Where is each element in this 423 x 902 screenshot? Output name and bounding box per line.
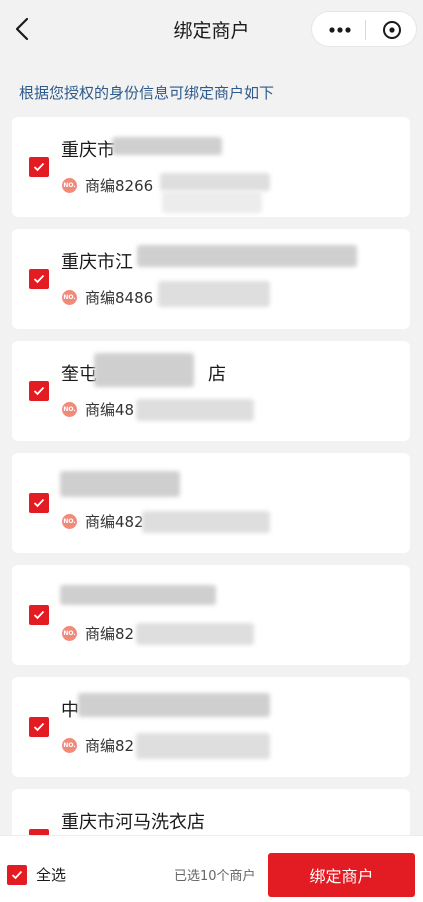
redacted-region — [162, 191, 262, 213]
merchant-code: 商编8486 — [85, 289, 154, 307]
select-all-label[interactable]: 全选 — [36, 864, 66, 885]
merchant-checkbox[interactable] — [29, 493, 49, 513]
merchant-code: 商编482 — [85, 513, 144, 531]
merchant-code: 商编48 — [85, 401, 135, 419]
merchant-name: 重庆市河马洗衣店 — [61, 812, 205, 833]
merchant-checkbox[interactable] — [29, 717, 49, 737]
merchant-card[interactable]: 重庆市 NO. 商编8266 — [12, 117, 410, 217]
merchant-name: 中 — [61, 700, 79, 721]
redacted-region — [137, 245, 357, 267]
redacted-region — [78, 693, 270, 717]
checkmark-icon — [33, 274, 45, 284]
merchant-name: 重庆市 — [61, 140, 115, 161]
merchant-name: 奎屯 — [61, 364, 97, 385]
merchant-card[interactable]: 中 NO. 商编82 — [12, 677, 410, 777]
merchant-checkbox[interactable] — [29, 269, 49, 289]
redacted-region — [136, 733, 270, 759]
back-button[interactable] — [8, 14, 36, 44]
redacted-region — [136, 399, 254, 421]
checkmark-icon — [33, 386, 45, 396]
merchant-checkbox[interactable] — [29, 381, 49, 401]
merchant-card[interactable]: NO. 商编82 — [12, 565, 410, 665]
merchant-list[interactable]: 重庆市 NO. 商编8266 重庆市江 NO. 商编8486 奎屯 店 NO. … — [12, 117, 410, 835]
merchant-name-tail: 店 — [208, 364, 226, 385]
no-badge-icon: NO. — [62, 514, 77, 529]
no-badge-icon: NO. — [62, 626, 77, 641]
redacted-region — [94, 353, 194, 387]
redacted-region — [136, 623, 254, 645]
nav-bar: 绑定商户 — [0, 0, 423, 57]
merchant-name: 重庆市江 — [61, 252, 133, 273]
redacted-region — [158, 281, 270, 307]
no-badge-icon: NO. — [62, 738, 77, 753]
merchant-checkbox[interactable] — [29, 605, 49, 625]
merchant-card[interactable]: NO. 商编482 — [12, 453, 410, 553]
circle-close-icon — [383, 21, 401, 39]
chevron-left-icon — [15, 17, 29, 41]
more-button[interactable] — [318, 16, 362, 44]
redacted-region — [60, 471, 180, 497]
merchant-code: 商编82 — [85, 737, 135, 755]
checkmark-icon — [11, 870, 23, 880]
redacted-region — [142, 511, 270, 533]
checkmark-icon — [33, 722, 45, 732]
close-button[interactable] — [370, 16, 414, 44]
checkmark-icon — [33, 610, 45, 620]
merchant-code: 商编82 — [85, 625, 135, 643]
redacted-region — [112, 137, 222, 155]
checkmark-icon — [33, 498, 45, 508]
redacted-region — [160, 173, 270, 191]
merchant-code: 商编8266 — [85, 177, 154, 195]
bottom-action-bar: 全选 已选10个商户 绑定商户 — [0, 835, 423, 902]
merchant-card[interactable]: 重庆市河马洗衣店 — [12, 789, 410, 835]
merchant-card[interactable]: 重庆市江 NO. 商编8486 — [12, 229, 410, 329]
bind-merchant-button[interactable]: 绑定商户 — [268, 853, 415, 897]
redacted-region — [60, 585, 216, 605]
merchant-card[interactable]: 奎屯 店 NO. 商编48 — [12, 341, 410, 441]
merchant-checkbox[interactable] — [29, 157, 49, 177]
select-all-checkbox[interactable] — [7, 865, 27, 885]
selected-count: 已选10个商户 — [174, 869, 256, 884]
authorization-hint: 根据您授权的身份信息可绑定商户如下 — [19, 84, 275, 102]
capsule-divider — [365, 20, 366, 40]
no-badge-icon: NO. — [62, 290, 77, 305]
checkmark-icon — [33, 162, 45, 172]
more-dots-icon — [329, 27, 351, 33]
no-badge-icon: NO. — [62, 178, 77, 193]
mini-program-capsule — [311, 11, 417, 47]
no-badge-icon: NO. — [62, 402, 77, 417]
